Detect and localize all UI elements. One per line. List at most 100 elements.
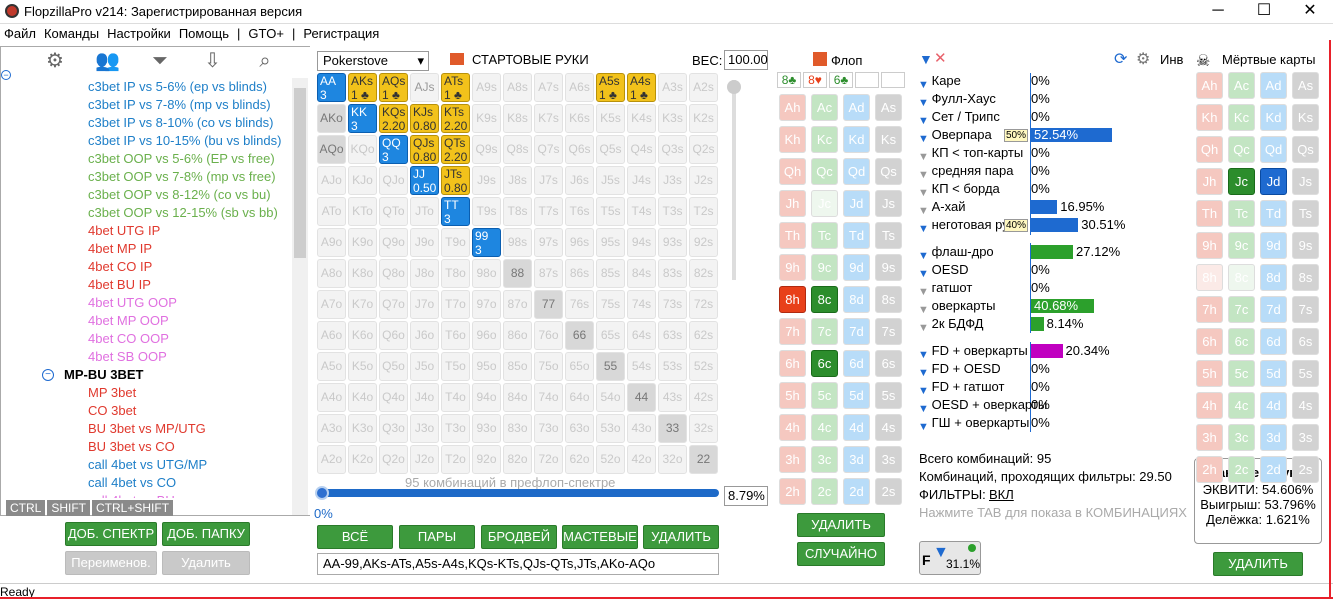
- hand-cell-K6s[interactable]: K6s: [565, 104, 594, 133]
- hand-cell-65o[interactable]: 65o: [565, 352, 594, 381]
- funnel-icon[interactable]: ▼: [918, 76, 929, 91]
- funnel-icon[interactable]: ▼: [918, 130, 929, 145]
- clear-filter-icon[interactable]: ✕: [934, 49, 947, 67]
- hand-cell-K8o[interactable]: K8o: [348, 259, 377, 288]
- hand-cell-AKs[interactable]: AKs 1 ♣: [348, 73, 377, 102]
- funnel-icon[interactable]: ▼: [918, 364, 929, 379]
- stat-row[interactable]: ▼ FD + гатшот: [918, 378, 1004, 397]
- hand-cell-84o[interactable]: 84o: [503, 383, 532, 412]
- range-source-select[interactable]: Pokerstove: [317, 51, 429, 71]
- hand-cell-J8o[interactable]: J8o: [410, 259, 439, 288]
- board-card-1[interactable]: 8♣: [777, 72, 801, 88]
- funnel-icon[interactable]: ▼: [918, 202, 929, 217]
- flop-card-Qh[interactable]: Qh: [779, 158, 806, 185]
- flop-card-As[interactable]: As: [875, 94, 902, 121]
- dead-card-Ac[interactable]: Ac: [1228, 72, 1255, 99]
- hand-cell-J5o[interactable]: J5o: [410, 352, 439, 381]
- hand-cell-92o[interactable]: 92o: [472, 445, 501, 474]
- hand-cell-A4o[interactable]: A4o: [317, 383, 346, 412]
- hand-cell-A3s[interactable]: A3s: [658, 73, 687, 102]
- dead-card-Ks[interactable]: Ks: [1292, 104, 1319, 131]
- flop-card-4d[interactable]: 4d: [843, 414, 870, 441]
- menu-help[interactable]: Помощь: [179, 26, 229, 46]
- maximize-button[interactable]: ☐: [1241, 0, 1287, 24]
- hand-cell-Q8o[interactable]: Q8o: [379, 259, 408, 288]
- flop-card-Jc[interactable]: Jc: [811, 190, 838, 217]
- hand-cell-82o[interactable]: 82o: [503, 445, 532, 474]
- stat-row[interactable]: ▼ Каре: [918, 72, 961, 91]
- flop-card-6c[interactable]: 6c: [811, 350, 838, 377]
- flop-card-6s[interactable]: 6s: [875, 350, 902, 377]
- hand-cell-A9o[interactable]: A9o: [317, 228, 346, 257]
- delete-range-button[interactable]: Удалить: [162, 551, 250, 575]
- clear-range-button[interactable]: УДАЛИТЬ: [643, 525, 719, 549]
- hand-cell-AA[interactable]: AA 3: [317, 73, 346, 102]
- tree-item[interactable]: MP-BU 3BET: [64, 366, 143, 384]
- hand-cell-T8s[interactable]: T8s: [503, 197, 532, 226]
- hand-cell-K4o[interactable]: K4o: [348, 383, 377, 412]
- stat-row[interactable]: ▼ гатшот: [918, 279, 972, 298]
- tree-item[interactable]: 4bet UTG OOP: [88, 294, 177, 312]
- dead-card-Tc[interactable]: Tc: [1228, 200, 1255, 227]
- dead-card-Jc[interactable]: Jc: [1228, 168, 1255, 195]
- stat-row[interactable]: ▼ КП < топ-карты: [918, 144, 1023, 163]
- tree-item[interactable]: c3bet OOP vs 7-8% (mp vs free): [88, 168, 276, 186]
- flop-card-7d[interactable]: 7d: [843, 318, 870, 345]
- funnel-icon[interactable]: ▼: [918, 166, 929, 181]
- dead-card-Ad[interactable]: Ad: [1260, 72, 1287, 99]
- menu-settings[interactable]: Настройки: [107, 26, 171, 46]
- hand-cell-52s[interactable]: 52s: [689, 352, 718, 381]
- hand-cell-AKo[interactable]: AKo: [317, 104, 346, 133]
- dead-card-Jh[interactable]: Jh: [1196, 168, 1223, 195]
- hand-cell-T9s[interactable]: T9s: [472, 197, 501, 226]
- stat-row[interactable]: ▼ FD + OESD: [918, 360, 1001, 379]
- hand-cell-42s[interactable]: 42s: [689, 383, 718, 412]
- hand-cell-J3s[interactable]: J3s: [658, 166, 687, 195]
- flop-card-8d[interactable]: 8d: [843, 286, 870, 313]
- hand-cell-83s[interactable]: 83s: [658, 259, 687, 288]
- hand-cell-22[interactable]: 22: [689, 445, 718, 474]
- hand-cell-95s[interactable]: 95s: [596, 228, 625, 257]
- random-board-button[interactable]: СЛУЧАЙНО: [797, 542, 885, 566]
- flop-card-Ad[interactable]: Ad: [843, 94, 870, 121]
- stat-row[interactable]: ▼ Фулл-Хаус: [918, 90, 996, 109]
- menu-commands[interactable]: Команды: [44, 26, 99, 46]
- hand-cell-75o[interactable]: 75o: [534, 352, 563, 381]
- hand-cell-QTo[interactable]: QTo: [379, 197, 408, 226]
- hand-cell-A6o[interactable]: A6o: [317, 321, 346, 350]
- tree-item[interactable]: call 4bet vs UTG/MP: [88, 456, 207, 474]
- hand-cell-74o[interactable]: 74o: [534, 383, 563, 412]
- flop-card-Ts[interactable]: Ts: [875, 222, 902, 249]
- hand-cell-A3o[interactable]: A3o: [317, 414, 346, 443]
- hand-cell-94o[interactable]: 94o: [472, 383, 501, 412]
- hand-cell-52o[interactable]: 52o: [596, 445, 625, 474]
- hand-cell-Q9o[interactable]: Q9o: [379, 228, 408, 257]
- funnel-icon[interactable]: ▼: [918, 220, 929, 235]
- hand-cell-KJo[interactable]: KJo: [348, 166, 377, 195]
- tree-item[interactable]: c3bet IP vs 10-15% (bu vs blinds): [88, 132, 281, 150]
- dead-card-Jd[interactable]: Jd: [1260, 168, 1287, 195]
- menu-registration[interactable]: Регистрация: [303, 26, 379, 46]
- hand-cell-A2o[interactable]: A2o: [317, 445, 346, 474]
- flop-card-7c[interactable]: 7c: [811, 318, 838, 345]
- hand-cell-A7s[interactable]: A7s: [534, 73, 563, 102]
- hand-cell-96o[interactable]: 96o: [472, 321, 501, 350]
- hand-cell-Q5s[interactable]: Q5s: [596, 135, 625, 164]
- flop-card-Th[interactable]: Th: [779, 222, 806, 249]
- dead-card-Js[interactable]: Js: [1292, 168, 1319, 195]
- hand-cell-82s[interactable]: 82s: [689, 259, 718, 288]
- hand-cell-KK[interactable]: KK 3: [348, 104, 377, 133]
- dead-card-4s[interactable]: 4s: [1292, 392, 1319, 419]
- hand-cell-A2s[interactable]: A2s: [689, 73, 718, 102]
- hand-cell-KQo[interactable]: KQo: [348, 135, 377, 164]
- hand-cell-K3o[interactable]: K3o: [348, 414, 377, 443]
- funnel-icon[interactable]: ▼: [918, 346, 929, 361]
- dead-card-5s[interactable]: 5s: [1292, 360, 1319, 387]
- hand-cell-KTs[interactable]: KTs 2.20: [441, 104, 470, 133]
- hand-cell-J7o[interactable]: J7o: [410, 290, 439, 319]
- hand-cell-JTs[interactable]: JTs 0.80: [441, 166, 470, 195]
- hand-cell-73o[interactable]: 73o: [534, 414, 563, 443]
- hand-cell-KQs[interactable]: KQs 2.20: [379, 104, 408, 133]
- dead-card-2d[interactable]: 2d: [1260, 456, 1287, 483]
- close-button[interactable]: ✕: [1287, 0, 1333, 24]
